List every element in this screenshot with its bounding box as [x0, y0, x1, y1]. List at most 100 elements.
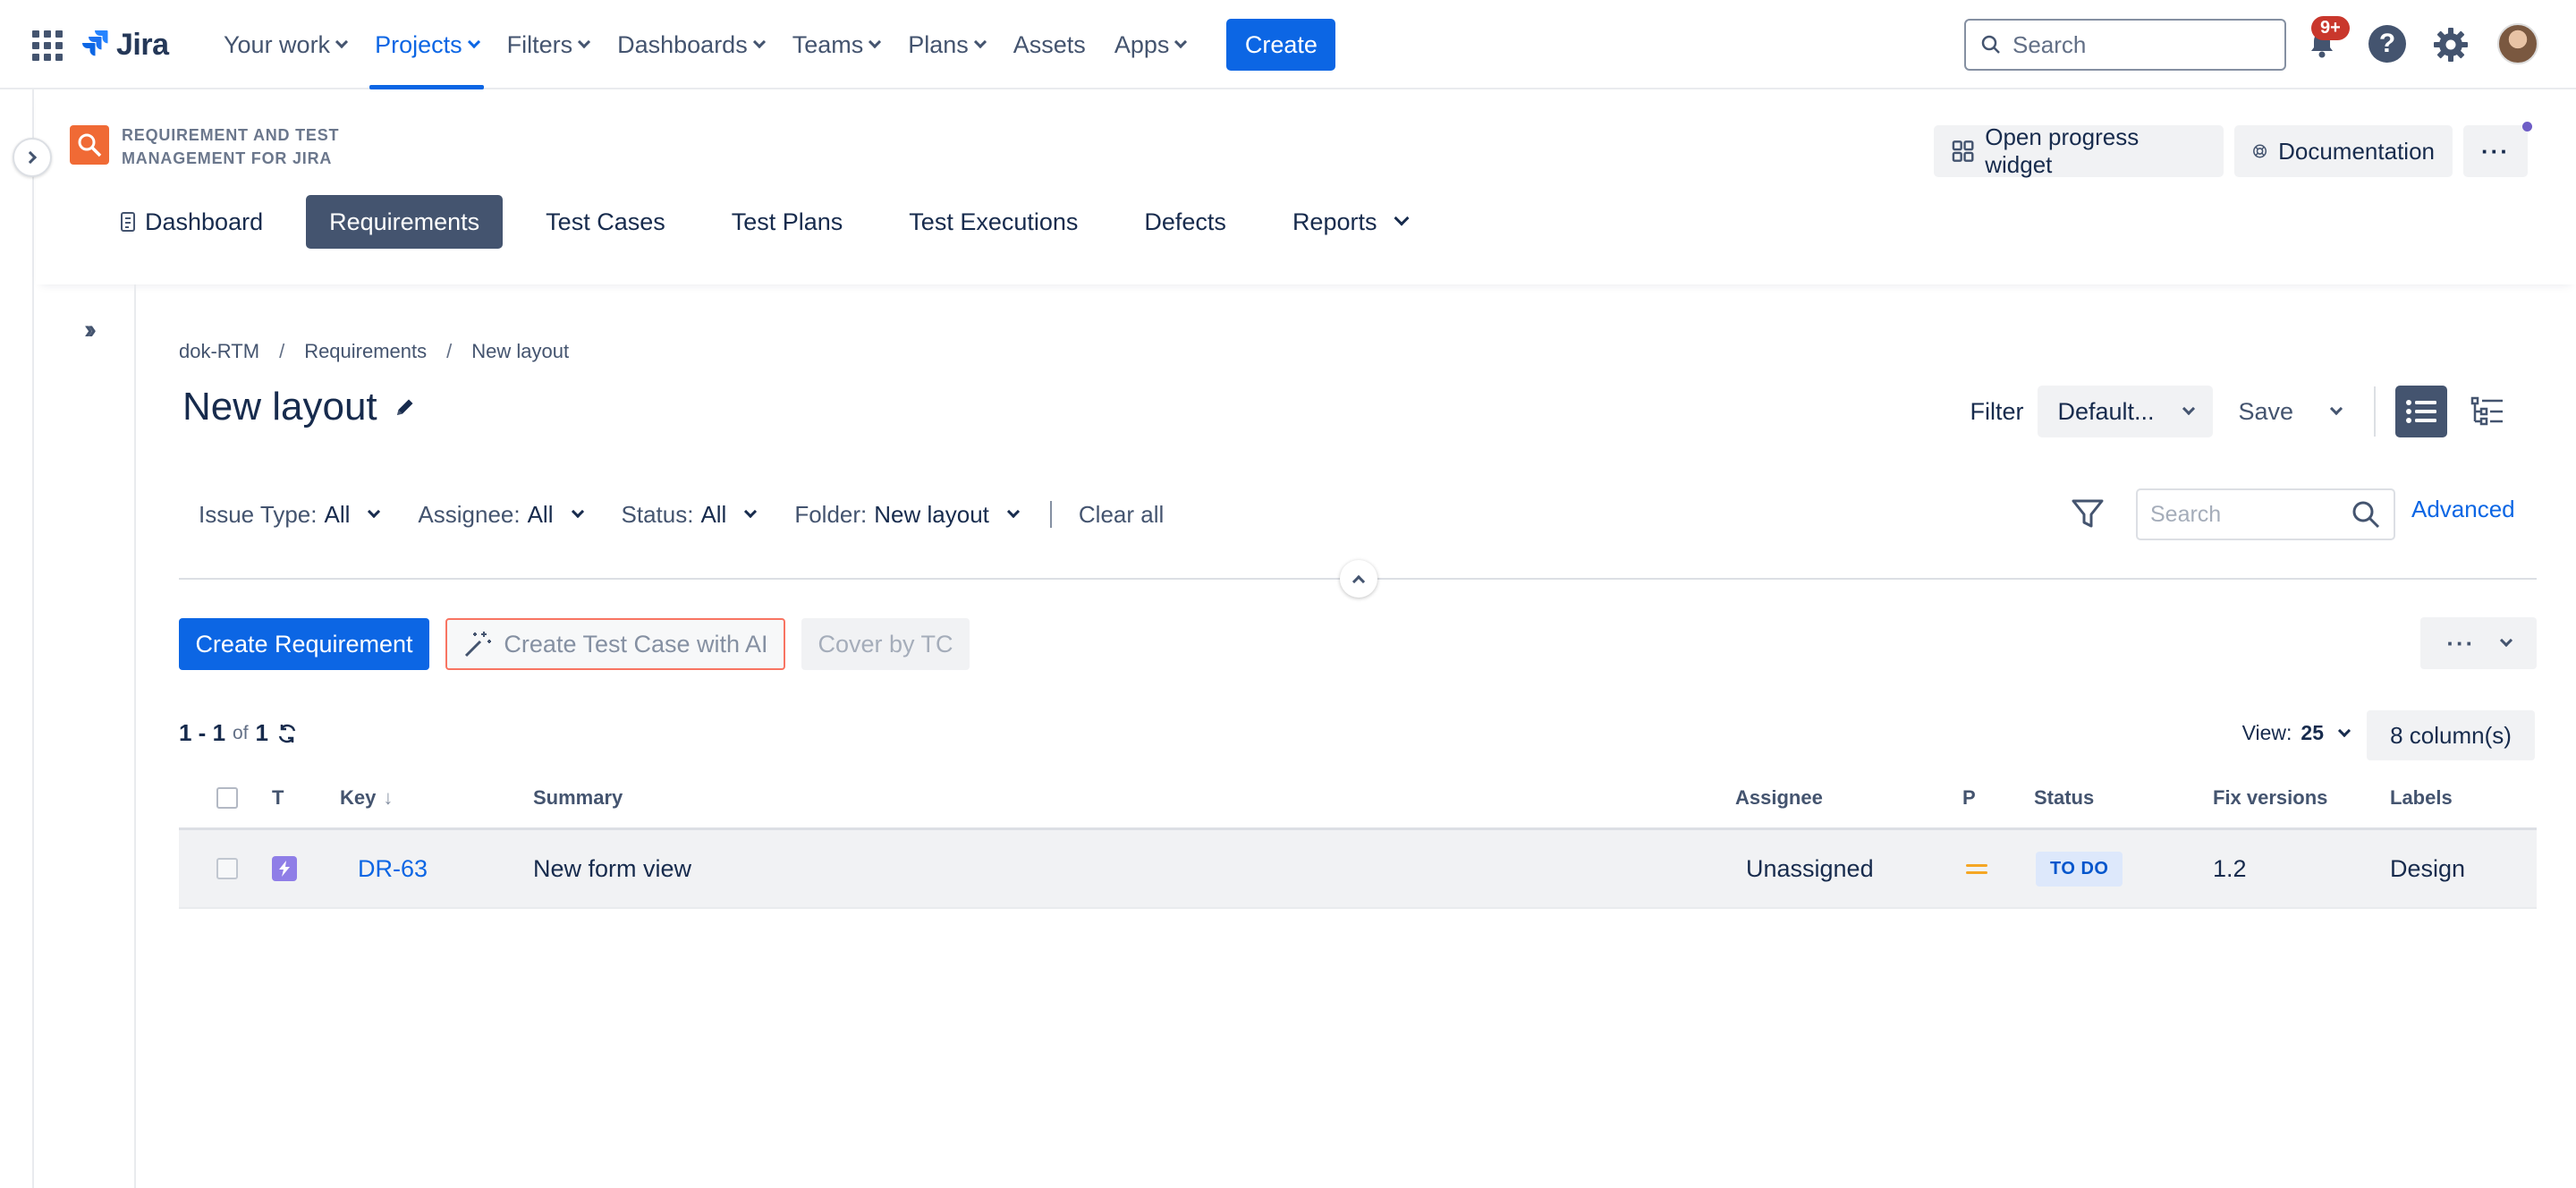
advanced-search-link[interactable]: Advanced [2411, 496, 2515, 523]
expand-sidebar-button[interactable] [13, 138, 52, 177]
open-progress-widget-button[interactable]: Open progress widget [1934, 123, 2224, 178]
folder-filter[interactable]: Folder: New layout [775, 492, 1038, 537]
list-view-icon [2406, 400, 2436, 423]
medium-priority-icon [1966, 863, 1987, 874]
row-checkbox[interactable] [216, 858, 238, 879]
tab-test-executions[interactable]: Test Executions [886, 195, 1101, 249]
result-range: 1 - 1 [179, 719, 226, 746]
global-search-input[interactable]: Search [1964, 19, 2286, 71]
issue-search-input[interactable]: Search [2136, 488, 2395, 540]
breadcrumb-current[interactable]: New layout [471, 340, 569, 363]
app-more-button[interactable]: ··· [2463, 125, 2528, 177]
more-actions-button[interactable]: ··· [2420, 617, 2537, 669]
tree-view-button[interactable] [2462, 386, 2513, 437]
create-button[interactable]: Create [1226, 19, 1336, 71]
col-assignee[interactable]: Assignee [1735, 768, 1823, 827]
list-view-button[interactable] [2395, 386, 2447, 437]
breadcrumb-separator: / [446, 340, 453, 362]
page-size-select[interactable]: View: 25 [2242, 721, 2351, 745]
tab-test-cases[interactable]: Test Cases [522, 195, 689, 249]
nav-teams[interactable]: Teams [784, 0, 889, 89]
table-row[interactable]: DR-63 New form view Unassigned TO DO 1.2… [179, 830, 2537, 909]
nav-assets[interactable]: Assets [1004, 0, 1095, 89]
divider [2374, 386, 2376, 437]
tab-dashboard[interactable]: Dashboard [97, 195, 286, 249]
tab-test-plans[interactable]: Test Plans [708, 195, 867, 249]
collapse-filters-button[interactable] [1340, 560, 1377, 598]
top-navigation: Jira Your work Projects Filters Dashboar… [0, 0, 2576, 89]
tab-reports[interactable]: Reports [1269, 195, 1431, 249]
issue-key-link[interactable]: DR-63 [358, 855, 428, 883]
tab-defects[interactable]: Defects [1121, 195, 1250, 249]
filter-funnel-icon[interactable] [2068, 494, 2107, 533]
jira-logo[interactable]: Jira [82, 25, 169, 64]
nav-filters[interactable]: Filters [498, 0, 598, 89]
filter-value: All [700, 500, 727, 528]
edit-pencil-icon[interactable] [394, 395, 417, 419]
refresh-icon[interactable] [275, 722, 299, 745]
double-chevron-right-icon[interactable]: ›› [84, 315, 97, 345]
col-type[interactable]: T [272, 768, 284, 827]
summary-cell[interactable]: New form view [533, 830, 691, 907]
nav-projects[interactable]: Projects [366, 0, 487, 89]
lifebuoy-icon [2253, 144, 2267, 158]
chevron-up-icon [1352, 574, 1366, 589]
col-fix-versions[interactable]: Fix versions [2213, 768, 2327, 827]
chevron-down-icon [368, 505, 381, 519]
col-status[interactable]: Status [2034, 768, 2094, 827]
create-test-case-ai-button[interactable]: Create Test Case with AI [445, 618, 785, 670]
filter-value: All [527, 500, 554, 528]
breadcrumb-project[interactable]: dok-RTM [179, 340, 259, 363]
documentation-button[interactable]: Documentation [2234, 125, 2453, 177]
jira-logo-icon [82, 30, 108, 56]
col-key[interactable]: Key ↓ [340, 768, 393, 827]
status-filter[interactable]: Status: All [602, 492, 775, 537]
chevron-down-icon [2329, 402, 2343, 416]
clear-all-button[interactable]: Clear all [1064, 501, 1178, 529]
progress-widget-label: Open progress widget [1985, 123, 2140, 178]
search-placeholder: Search [2012, 30, 2087, 58]
col-key-label: Key [340, 785, 377, 809]
col-priority[interactable]: P [1962, 768, 1976, 827]
nav-label: Filters [506, 30, 573, 58]
status-lozenge[interactable]: TO DO [2036, 851, 2123, 887]
chevron-down-icon [335, 35, 349, 49]
settings-gear-icon[interactable] [2431, 25, 2470, 64]
assignee-filter[interactable]: Assignee: All [398, 492, 601, 537]
nav-dashboards[interactable]: Dashboards [608, 0, 773, 89]
nav-plans[interactable]: Plans [899, 0, 994, 89]
saved-filter-value: Default... [2057, 397, 2155, 425]
breadcrumb-requirements[interactable]: Requirements [304, 340, 427, 363]
nav-apps[interactable]: Apps [1106, 0, 1195, 89]
cover-by-tc-button[interactable]: Cover by TC [801, 618, 970, 670]
columns-button[interactable]: 8 column(s) [2367, 710, 2535, 760]
chevron-down-icon [578, 35, 591, 49]
help-icon[interactable]: ? [2368, 25, 2406, 63]
folder-tree-sidebar: ›› [36, 284, 136, 1188]
save-filter-button[interactable]: Save [2227, 398, 2304, 426]
project-sidebar-collapsed [0, 89, 34, 1188]
user-avatar[interactable] [2497, 23, 2538, 64]
save-options-button[interactable] [2318, 402, 2354, 416]
app-header: REQUIREMENT AND TEST MANAGEMENT FOR JIRA… [36, 89, 2576, 284]
col-labels[interactable]: Labels [2390, 768, 2453, 827]
saved-filter-select[interactable]: Default... [2038, 386, 2214, 437]
status-cell: TO DO [2036, 830, 2123, 907]
nav-label: Plans [908, 30, 969, 58]
select-all-checkbox[interactable] [216, 786, 238, 809]
col-summary[interactable]: Summary [533, 768, 623, 827]
app-switcher-icon[interactable] [32, 30, 63, 61]
issue-type-filter[interactable]: Issue Type: All [179, 492, 398, 537]
requirement-type-icon [272, 856, 297, 881]
of-label: of [233, 722, 249, 743]
tab-requirements[interactable]: Requirements [306, 195, 504, 249]
chevron-down-icon [869, 35, 882, 49]
create-tc-ai-label: Create Test Case with AI [504, 630, 768, 658]
nav-label: Your work [224, 30, 331, 58]
nav-your-work[interactable]: Your work [215, 0, 355, 89]
chevron-down-icon [1006, 505, 1020, 519]
create-requirement-button[interactable]: Create Requirement [179, 618, 429, 670]
page-title: New layout [182, 385, 417, 429]
assignee-cell[interactable]: Unassigned [1746, 830, 1874, 907]
app-name: REQUIREMENT AND TEST MANAGEMENT FOR JIRA [122, 123, 339, 170]
